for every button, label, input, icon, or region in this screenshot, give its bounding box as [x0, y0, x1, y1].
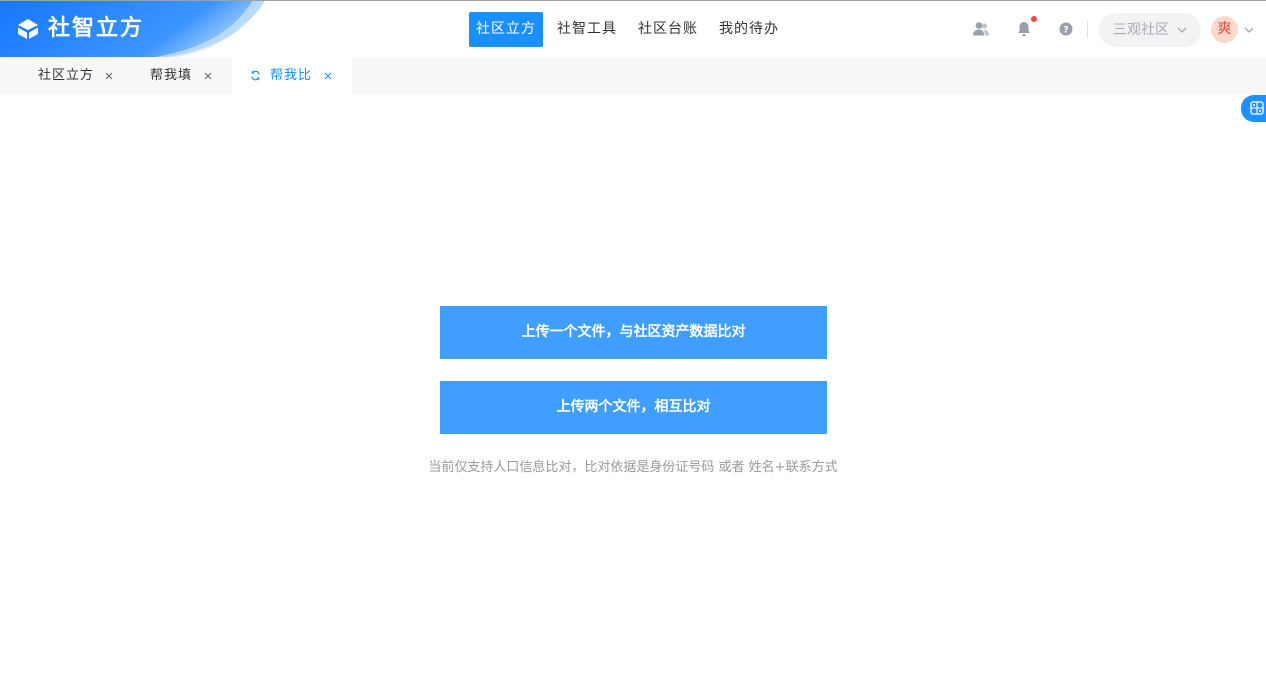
- close-icon[interactable]: [105, 72, 113, 80]
- upload-two-files-button[interactable]: 上传两个文件，相互比对: [440, 381, 827, 434]
- community-select[interactable]: 三观社区: [1099, 13, 1201, 47]
- close-icon[interactable]: [204, 72, 212, 80]
- tab-community-cube[interactable]: 社区立方: [20, 57, 132, 94]
- app-root: 社智立方 社区立方 社智工具 社区台账 我的待办 ? 三观社区 爽 社区立方 帮…: [0, 0, 1266, 683]
- refresh-icon[interactable]: [250, 70, 261, 81]
- nav-item-ledger[interactable]: 社区台账: [631, 12, 705, 47]
- nav-item-tools[interactable]: 社智工具: [550, 12, 624, 47]
- compare-hint-text: 当前仅支持人口信息比对，比对依据是身份证号码 或者 姓名+联系方式: [428, 460, 838, 475]
- tab-label: 社区立方: [38, 68, 95, 83]
- contacts-icon[interactable]: [972, 20, 990, 38]
- user-menu-chevron-icon[interactable]: [1244, 26, 1254, 34]
- help-icon[interactable]: ?: [1057, 20, 1075, 38]
- logo-cube-icon: [18, 19, 38, 39]
- close-icon[interactable]: [324, 72, 332, 80]
- notification-badge: [1031, 16, 1037, 22]
- upload-single-file-button[interactable]: 上传一个文件，与社区资产数据比对: [440, 306, 827, 359]
- main-nav: 社区立方 社智工具 社区台账 我的待办: [469, 12, 793, 47]
- tab-help-fill[interactable]: 帮我填: [132, 57, 232, 94]
- nav-item-community-cube[interactable]: 社区立方: [469, 12, 543, 47]
- avatar[interactable]: 爽: [1211, 16, 1238, 43]
- tab-help-compare[interactable]: 帮我比: [232, 57, 352, 94]
- bell-icon[interactable]: [1015, 20, 1033, 38]
- community-select-value: 三观社区: [1113, 22, 1169, 38]
- chevron-down-icon: [1177, 27, 1187, 33]
- top-header: 社智立方 社区立方 社智工具 社区台账 我的待办 ? 三观社区 爽: [0, 0, 1266, 58]
- brand-name: 社智立方: [48, 16, 145, 41]
- tabs-bar: 社区立方 帮我填 帮我比: [0, 57, 1266, 94]
- header-divider: [1087, 21, 1088, 38]
- logo[interactable]: 社智立方: [0, 1, 280, 58]
- tab-label: 帮我比: [270, 68, 313, 83]
- svg-text:?: ?: [1063, 25, 1068, 35]
- tab-label: 帮我填: [150, 68, 193, 83]
- grid-icon: [1250, 101, 1264, 115]
- floating-tool-button[interactable]: [1241, 95, 1266, 122]
- nav-item-todo[interactable]: 我的待办: [712, 12, 786, 47]
